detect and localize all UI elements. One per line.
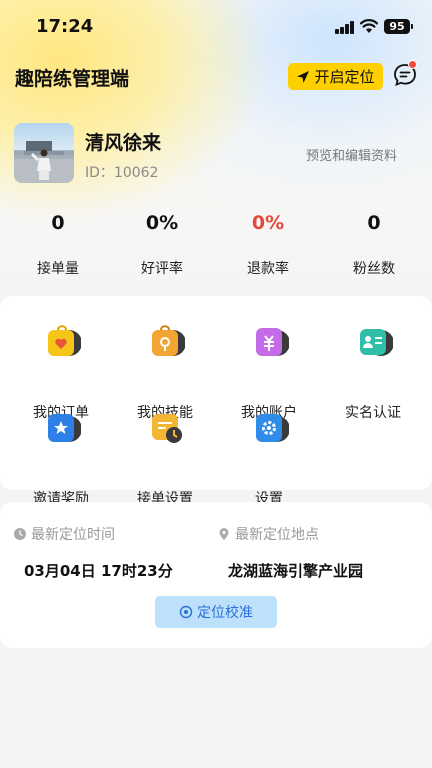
stat-value: 0: [367, 212, 381, 234]
settings-gear-icon: [256, 414, 289, 442]
orders-bag-icon: [48, 325, 81, 356]
location-card: 最新定位时间 最新定位地点 03月04日 17时23分 龙湖蓝海引擎产业园 定位…: [0, 502, 432, 648]
menu-label: 实名认证: [345, 405, 401, 421]
map-pin-icon: [219, 528, 229, 540]
location-place-header: 最新定位地点: [218, 524, 319, 544]
stat-value: 0%: [251, 212, 285, 234]
username: 清风徐来: [85, 132, 162, 154]
cellular-signal-icon: [335, 21, 355, 34]
menu-real-name-verify[interactable]: 实名认证: [319, 324, 427, 421]
user-id-label: ID：: [85, 165, 114, 181]
skills-bag-icon: [152, 325, 185, 356]
edit-profile-link[interactable]: 预览和编辑资料: [306, 145, 397, 164]
location-arrow-icon: [297, 70, 310, 83]
stat-refund[interactable]: 0% 退款率: [214, 212, 322, 278]
stat-fans[interactable]: 0 粉丝数: [320, 212, 428, 278]
location-place-value: 龙湖蓝海引擎产业园: [228, 562, 364, 580]
order-settings-icon: [152, 414, 182, 443]
status-bar: 17:24 95: [0, 0, 432, 54]
stat-label: 好评率: [141, 261, 183, 277]
menu-order-settings[interactable]: 接单设置: [111, 410, 219, 507]
user-id: ID：10062: [85, 162, 158, 182]
avatar[interactable]: [14, 123, 74, 183]
location-place-label: 最新定位地点: [235, 527, 319, 543]
battery-indicator: 95: [384, 19, 413, 34]
location-time-header: 最新定位时间: [14, 524, 115, 544]
menu-my-orders[interactable]: 我的订单: [7, 324, 115, 421]
wifi-icon: [360, 19, 378, 33]
unread-badge: [408, 60, 417, 69]
invite-star-icon: [48, 414, 81, 442]
app-title: 趣陪练管理端: [15, 68, 130, 90]
menu-card: 我的订单 我的技能 我的账户 实名认证 邀请奖励 接单设置 设置: [0, 296, 432, 507]
enable-location-button[interactable]: 开启定位: [288, 63, 383, 90]
id-card-icon: [360, 329, 393, 356]
status-time: 17:24: [36, 16, 94, 37]
stat-value: 0%: [145, 212, 179, 234]
menu-my-skills[interactable]: 我的技能: [111, 324, 219, 421]
enable-location-label: 开启定位: [314, 68, 375, 86]
stat-label: 接单量: [37, 261, 79, 277]
account-wallet-icon: [256, 328, 289, 356]
calibrate-location-button[interactable]: 定位校准: [155, 596, 277, 628]
menu-settings[interactable]: 设置: [215, 410, 323, 507]
menu-invite-rewards[interactable]: 邀请奖励: [7, 410, 115, 507]
target-icon: [179, 605, 193, 619]
stat-orders[interactable]: 0 接单量: [4, 212, 112, 278]
clock-icon: [14, 528, 26, 540]
stat-label: 粉丝数: [353, 261, 395, 277]
stat-value: 0: [51, 212, 65, 234]
user-id-value: 10062: [113, 165, 159, 181]
calibrate-location-label: 定位校准: [197, 605, 253, 621]
location-time-label: 最新定位时间: [31, 527, 115, 543]
location-time-value: 03月04日 17时23分: [24, 562, 173, 580]
stat-rating[interactable]: 0% 好评率: [108, 212, 216, 278]
menu-my-account[interactable]: 我的账户: [215, 324, 323, 421]
stat-label: 退款率: [247, 261, 289, 277]
